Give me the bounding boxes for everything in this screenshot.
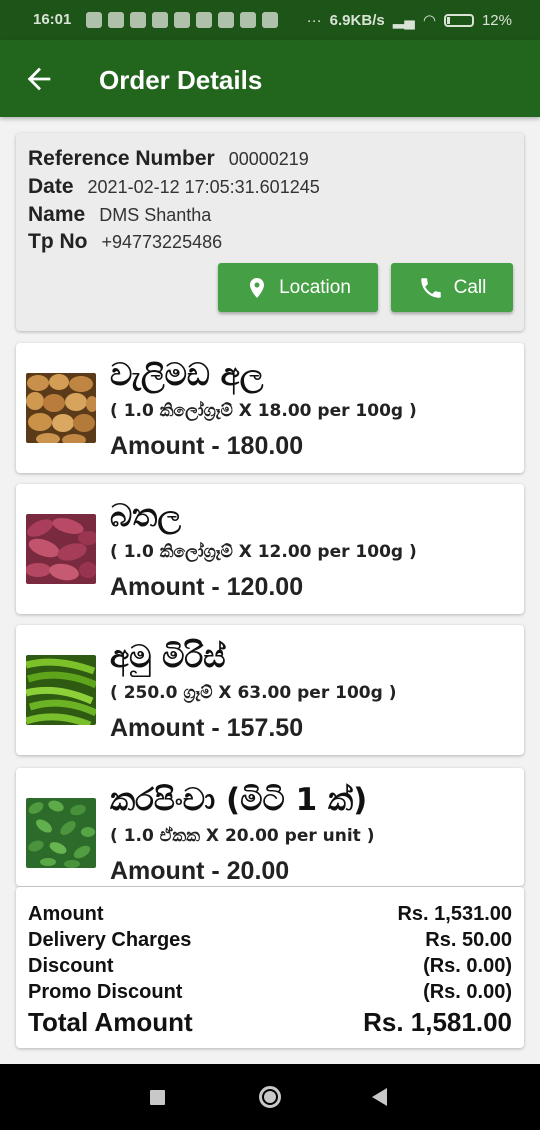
phone-icon [420,277,441,298]
summary-discount-row: Discount (Rs. 0.00) [28,955,512,978]
list-item[interactable]: වැලිමඩ අල ( 1.0 කිලෝග්‍රෑම් X 18.00 per … [16,343,524,473]
discount-value: (Rs. 0.00) [423,955,512,977]
home-icon[interactable] [259,1086,281,1108]
app-bar: Order Details [0,40,540,117]
sync-icon [174,12,190,28]
reference-label: Reference Number [28,147,215,170]
amount-value: Rs. 1,531.00 [397,903,512,925]
recents-icon[interactable] [150,1090,165,1105]
product-quantity: ( 250.0 ග්‍රෑම් X 63.00 per 100g ) [110,683,397,703]
arrow-back-icon[interactable] [22,62,56,96]
product-name: වැලිමඩ අල [110,357,264,393]
total-value: Rs. 1,581.00 [363,1007,512,1037]
product-quantity: ( 1.0 කිලෝග්‍රෑම් X 18.00 per 100g ) [110,401,417,421]
product-name: බතල [110,498,181,534]
summary-total-row: Total Amount Rs. 1,581.00 [28,1007,512,1038]
call-button[interactable]: Call [391,263,513,312]
summary-delivery-row: Delivery Charges Rs. 50.00 [28,929,512,952]
tp-row: Tp No +94773225486 [28,230,222,254]
product-amount: Amount - 180.00 [110,432,304,460]
more-icon: ··· [306,11,322,29]
tp-label: Tp No [28,230,88,253]
delivery-value: Rs. 50.00 [425,929,512,951]
name-value: DMS Shantha [99,205,212,225]
back-triangle-icon[interactable] [372,1088,387,1106]
product-name: කරපිංචා (මිටි 1 ක්) [110,782,368,818]
name-label: Name [28,203,86,226]
list-item[interactable]: කරපිංචා (මිටි 1 ක්) ( 1.0 ඒකක X 20.00 pe… [16,768,524,886]
potato-image [26,373,96,443]
order-summary: Amount Rs. 1,531.00 Delivery Charges Rs.… [16,887,524,1048]
list-item[interactable]: අමු මිරිස් ( 250.0 ග්‍රෑම් X 63.00 per 1… [16,625,524,755]
sync-icon [196,12,212,28]
product-quantity: ( 1.0 ඒකක X 20.00 per unit ) [110,826,375,846]
battery-percent: 12% [481,11,512,29]
notification-icons [86,12,278,28]
date-value: 2021-02-12 17:05:31.601245 [87,177,320,197]
product-amount: Amount - 157.50 [110,714,304,742]
restaurant-icon [262,12,278,28]
sweet-potato-image [26,514,96,584]
status-bar: 16:01 ··· 6.9KB/s ▂▄ ◠ 12% [0,0,540,40]
discount-label: Discount [28,955,114,977]
system-nav-bar [0,1064,540,1130]
delivery-label: Delivery Charges [28,929,192,951]
product-amount: Amount - 20.00 [110,857,290,885]
total-label: Total Amount [28,1007,193,1037]
mail-icon [218,12,234,28]
reference-row: Reference Number 00000219 [28,147,309,171]
call-button-label: Call [453,276,487,298]
gallery-icon [130,12,146,28]
amount-label: Amount [28,903,104,925]
promo-value: (Rs. 0.00) [423,981,512,1003]
status-right: ··· 6.9KB/s ▂▄ ◠ 12% [306,11,512,30]
product-name: අමු මිරිස් [110,639,226,675]
name-row: Name DMS Shantha [28,203,211,227]
location-button[interactable]: Location [218,263,378,312]
wifi-icon: ◠ [422,12,436,29]
reference-value: 00000219 [228,149,309,169]
battery-icon [443,13,474,27]
signal-icon: ▂▄ [392,12,415,29]
promo-label: Promo Discount [28,981,183,1003]
green-chilli-image [26,655,96,725]
order-info-card: Reference Number 00000219 Date 2021-02-1… [16,133,524,331]
location-button-label: Location [279,276,351,298]
notification-icon [86,12,102,28]
product-amount: Amount - 120.00 [110,573,304,601]
date-label: Date [28,175,74,198]
sync-icon [240,12,256,28]
summary-amount-row: Amount Rs. 1,531.00 [28,903,512,926]
network-speed: 6.9KB/s [329,11,385,29]
page-title: Order Details [99,65,263,95]
location-pin-icon [250,277,265,298]
sync-icon [152,12,168,28]
product-quantity: ( 1.0 කිලෝග්‍රෑම් X 12.00 per 100g ) [110,542,417,562]
status-time: 16:01 [33,11,72,28]
curry-leaves-image [26,798,96,868]
tp-value: +94773225486 [101,232,223,252]
date-row: Date 2021-02-12 17:05:31.601245 [28,175,320,199]
list-item[interactable]: බතල ( 1.0 කිලෝග්‍රෑම් X 12.00 per 100g )… [16,484,524,614]
facebook-icon [108,12,124,28]
summary-promo-row: Promo Discount (Rs. 0.00) [28,981,512,1004]
